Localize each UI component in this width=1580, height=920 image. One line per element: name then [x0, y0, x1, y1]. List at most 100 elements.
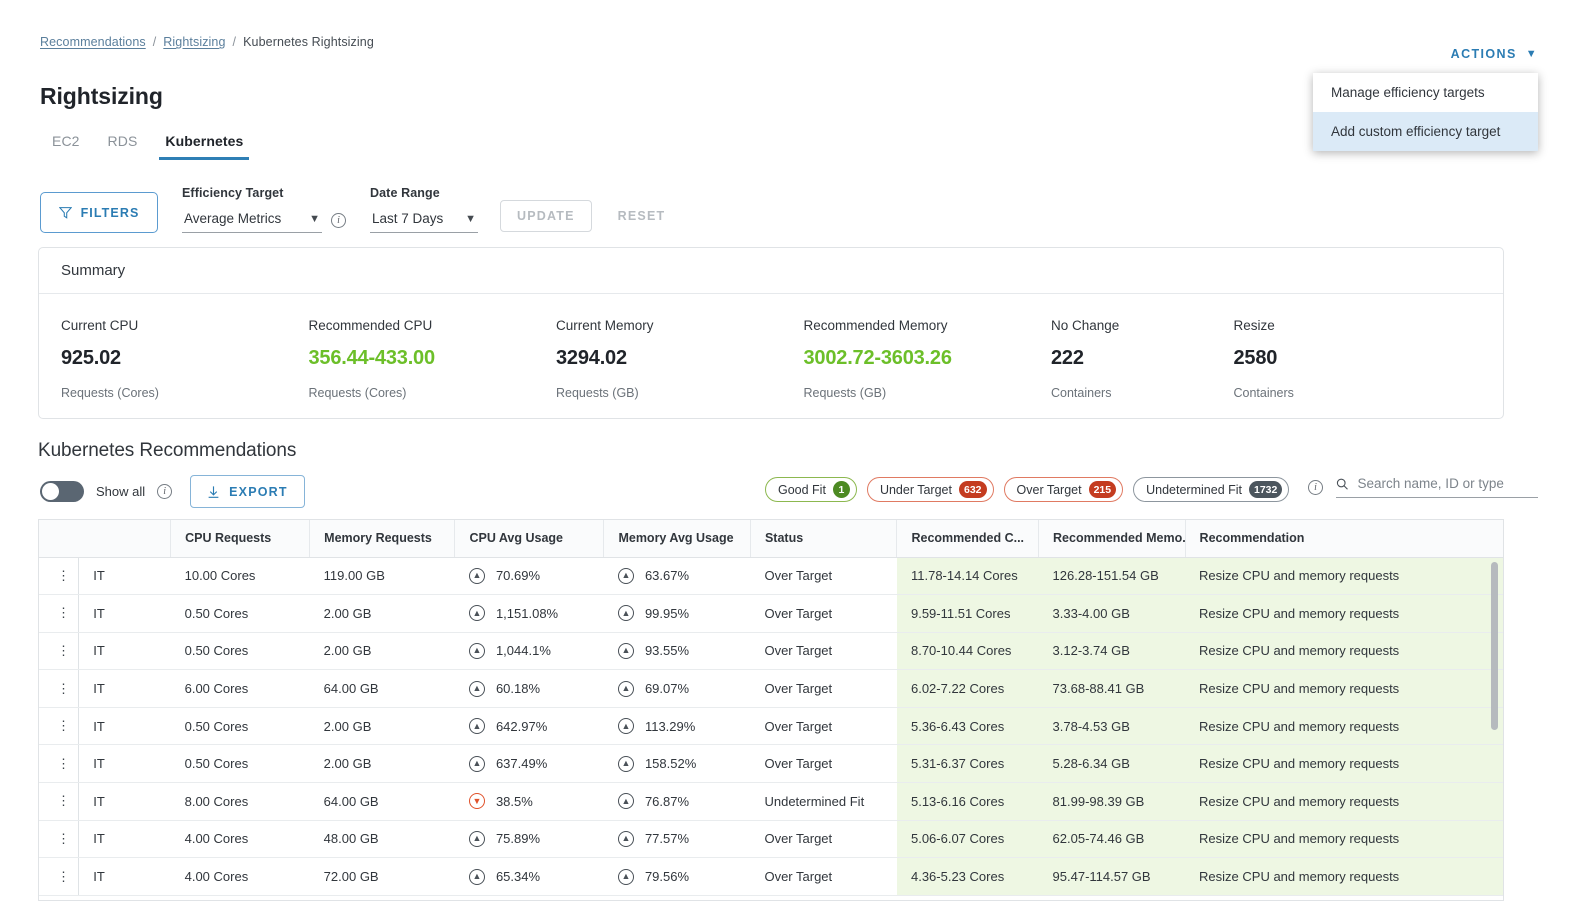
chevron-down-icon: ▼	[309, 212, 320, 225]
row-menu-button[interactable]: ⋮	[39, 782, 79, 821]
menu-item-add-custom-efficiency-target[interactable]: Add custom efficiency target	[1313, 112, 1538, 151]
filters-button[interactable]: FILTERS	[40, 192, 158, 233]
table-row[interactable]: ⋮ IT 0.50 Cores 2.00 GB ▲ 642.97% ▲ 113.29% Over…	[39, 707, 1503, 746]
page-title: Rightsizing	[40, 83, 163, 109]
chip-undetermined-fit[interactable]: Undetermined Fit 1732	[1133, 477, 1290, 502]
row-menu-button[interactable]: ⋮	[39, 557, 79, 596]
cell-memory-requests: 64.00 GB	[309, 669, 455, 708]
chip-over-target[interactable]: Over Target 215	[1003, 477, 1124, 502]
cell-cpu-avg-usage: ▲ 637.49%	[454, 744, 604, 784]
cell-recommended-memory: 5.28-6.34 GB	[1038, 744, 1186, 784]
table-row[interactable]: ⋮ IT 10.00 Cores 119.00 GB ▲ 70.69% ▲ 63.67% Ove…	[39, 557, 1503, 596]
cell-status: Over Target	[750, 594, 897, 633]
arrow-up-circle-icon: ▲	[468, 567, 485, 584]
breadcrumb-link-recommendations[interactable]: Recommendations	[40, 35, 146, 49]
table-scrollbar[interactable]	[1491, 562, 1498, 898]
search-icon	[1336, 478, 1348, 490]
table-header-row: CPU Requests Memory Requests CPU Avg Usa…	[39, 520, 1503, 558]
arrow-up-circle-icon: ▲	[468, 868, 485, 885]
row-menu-button[interactable]: ⋮	[39, 707, 79, 746]
search-box[interactable]	[1336, 476, 1538, 498]
column-header-recommended-memory[interactable]: Recommended Memo...	[1038, 520, 1186, 558]
date-range-select[interactable]: Last 7 Days ▼	[370, 211, 478, 233]
table-row[interactable]: ⋮ IT 4.00 Cores 48.00 GB ▲ 75.89% ▲ 77.57% Over …	[39, 820, 1503, 859]
column-header-status[interactable]: Status	[750, 520, 898, 558]
row-menu-button[interactable]: ⋮	[39, 632, 79, 671]
metric-value: 3294.02	[556, 347, 627, 369]
row-menu-button[interactable]: ⋮	[39, 744, 79, 784]
cell-memory-avg-usage: ▲ 63.67%	[603, 557, 751, 596]
table-row[interactable]: ⋮ IT 4.00 Cores 72.00 GB ▲ 65.34% ▲ 79.56% Over …	[39, 857, 1503, 896]
cell-recommended-cpu: 6.02-7.22 Cores	[896, 669, 1039, 708]
cell-status: Over Target	[750, 632, 897, 671]
metric-recommended-cpu: Recommended CPU 356.44-433.00 Requests (…	[309, 318, 557, 400]
column-header-recommended-cpu[interactable]: Recommended C... ↓	[896, 520, 1040, 558]
cell-memory-avg-usage: ▲ 93.55%	[603, 632, 751, 671]
chip-good-fit[interactable]: Good Fit 1	[765, 477, 857, 502]
cell-memory-avg-usage: ▲ 113.29%	[603, 707, 751, 746]
show-all-toggle[interactable]	[40, 481, 84, 502]
table-row[interactable]: ⋮ IT 0.50 Cores 2.00 GB ▲ 1,151.08% ▲ 99.95% Ove…	[39, 594, 1503, 633]
scrollbar-thumb[interactable]	[1491, 562, 1498, 730]
funnel-icon	[58, 207, 72, 219]
arrow-up-circle-icon: ▲	[617, 642, 634, 659]
status-filter-chips: Good Fit 1 Under Target 632 Over Target …	[765, 477, 1290, 502]
row-menu-button[interactable]: ⋮	[39, 669, 79, 708]
metric-value: 2580	[1233, 347, 1278, 369]
info-icon[interactable]: i	[157, 484, 173, 499]
tab-bar: EC2 RDS Kubernetes	[38, 133, 257, 160]
update-button[interactable]: UPDATE	[500, 200, 592, 232]
cell-cpu-requests: 10.00 Cores	[170, 557, 310, 596]
row-menu-button[interactable]: ⋮	[39, 857, 79, 896]
arrow-up-circle-icon: ▲	[468, 680, 485, 697]
actions-button[interactable]: ACTIONS ▼	[1451, 47, 1538, 61]
arrow-down-circle-icon: ▼	[468, 793, 485, 810]
cell-status: Over Target	[750, 820, 897, 859]
cell-memory-requests: 2.00 GB	[309, 632, 455, 671]
cell-recommended-memory: 81.99-98.39 GB	[1038, 782, 1186, 821]
reset-button[interactable]: RESET	[601, 200, 682, 232]
cell-memory-avg-usage: ▲ 79.56%	[603, 857, 751, 896]
table-row[interactable]: ⋮ IT 6.00 Cores 64.00 GB ▲ 60.18% ▲ 69.07% Over …	[39, 669, 1503, 708]
chip-count: 1732	[1249, 481, 1283, 498]
info-icon[interactable]: i	[331, 213, 346, 228]
info-icon[interactable]: i	[1308, 479, 1323, 495]
metric-current-memory: Current Memory 3294.02 Requests (GB)	[556, 318, 804, 400]
table-row[interactable]: ⋮ IT 0.50 Cores 2.00 GB ▲ 1,044.1% ▲ 93.55% Over…	[39, 632, 1503, 671]
column-header-memory-requests[interactable]: Memory Requests	[309, 520, 456, 558]
efficiency-target-field: Efficiency Target Average Metrics ▼ i	[182, 186, 346, 233]
tab-rds[interactable]: RDS	[94, 133, 152, 160]
column-header-cpu-avg-usage[interactable]: CPU Avg Usage	[454, 520, 605, 558]
breadcrumb-link-rightsizing[interactable]: Rightsizing	[163, 35, 225, 49]
column-header-memory-avg-usage[interactable]: Memory Avg Usage	[603, 520, 751, 558]
cell-recommendation: Resize CPU and memory requests	[1185, 857, 1503, 896]
table-row[interactable]: ⋮ IT 0.50 Cores 2.00 GB ▲ 637.49% ▲ 158.52% Over…	[39, 744, 1503, 784]
summary-title: Summary	[39, 248, 1503, 294]
column-header-name[interactable]	[78, 520, 172, 558]
tab-kubernetes[interactable]: Kubernetes	[151, 133, 257, 160]
actions-dropdown-menu[interactable]: Manage efficiency targets Add custom eff…	[1313, 73, 1538, 151]
search-input[interactable]	[1357, 476, 1538, 491]
cell-memory-requests: 72.00 GB	[309, 857, 455, 896]
chevron-down-icon: ▼	[465, 212, 476, 225]
chip-under-target[interactable]: Under Target 632	[866, 477, 994, 502]
cell-recommended-memory: 95.47-114.57 GB	[1038, 857, 1186, 896]
cell-recommended-memory: 3.78-4.53 GB	[1038, 707, 1186, 746]
export-button[interactable]: EXPORT	[190, 475, 305, 508]
menu-item-manage-efficiency-targets[interactable]: Manage efficiency targets	[1313, 73, 1538, 112]
tab-ec2[interactable]: EC2	[38, 133, 94, 160]
column-header-cpu-requests[interactable]: CPU Requests	[170, 520, 311, 558]
efficiency-target-label: Efficiency Target	[182, 186, 284, 200]
efficiency-target-select[interactable]: Average Metrics ▼	[182, 211, 322, 233]
cell-cpu-avg-usage: ▲ 75.89%	[454, 820, 604, 859]
row-menu-button[interactable]: ⋮	[39, 820, 79, 859]
cell-cpu-avg-usage: ▲ 60.18%	[454, 669, 604, 708]
search-area: i	[1308, 476, 1538, 498]
table-row[interactable]: ⋮ IT 8.00 Cores 64.00 GB ▼ 38.5% ▲ 76.87% Undete…	[39, 782, 1503, 821]
row-menu-button[interactable]: ⋮	[39, 594, 79, 633]
metric-label: Current CPU	[61, 318, 139, 333]
metric-recommended-memory: Recommended Memory 3002.72-3603.26 Reque…	[804, 318, 1052, 400]
cell-recommended-memory: 62.05-74.46 GB	[1038, 820, 1186, 859]
cell-name: IT	[78, 857, 171, 896]
column-header-recommendation[interactable]: Recommendation	[1185, 520, 1503, 558]
